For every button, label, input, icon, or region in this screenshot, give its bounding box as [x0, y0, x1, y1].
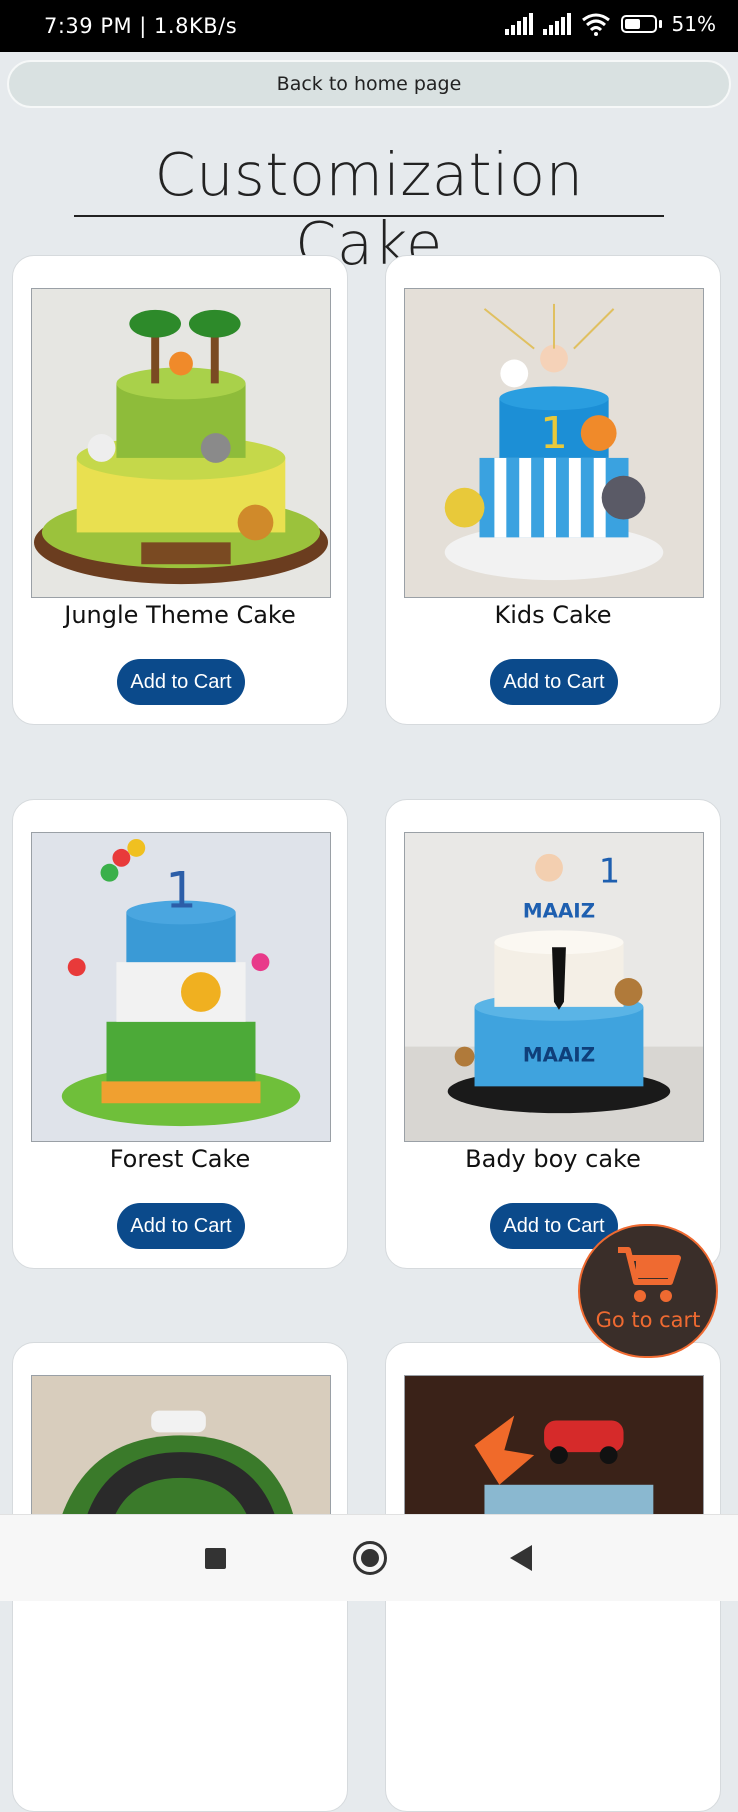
baby-boss-cake-image[interactable]: MAAIZ MAAIZ 1	[404, 832, 704, 1142]
status-icons: 51%	[504, 12, 716, 36]
status-time: 7:39 PM | 1.8KB/s	[44, 14, 238, 38]
go-to-cart-label: Go to cart	[595, 1308, 701, 1332]
home-icon[interactable]	[353, 1541, 387, 1575]
product-card-jungle: Jungle Theme Cake Add to Cart	[12, 255, 348, 725]
kids-cake-image[interactable]: 1	[404, 288, 704, 598]
product-name: Forest Cake	[109, 1145, 251, 1173]
forest-cake-image[interactable]: 1	[31, 832, 331, 1142]
signal-icon-2	[542, 13, 571, 35]
add-to-cart-button[interactable]: Add to Cart	[490, 659, 618, 705]
add-to-cart-button[interactable]: Add to Cart	[117, 1203, 245, 1249]
jungle-cake-image[interactable]	[31, 288, 331, 598]
svg-text:1: 1	[165, 862, 197, 920]
product-name: Kids Cake	[494, 601, 612, 629]
svg-text:MAAIZ: MAAIZ	[523, 899, 595, 922]
wifi-icon	[581, 13, 610, 36]
back-to-home-button[interactable]: Back to home page	[7, 60, 731, 108]
status-bar: 7:39 PM | 1.8KB/s 51%	[0, 0, 738, 52]
back-icon[interactable]	[510, 1545, 532, 1571]
product-card-kids: 1 Kids Cake Add to Cart	[385, 255, 721, 725]
svg-text:MAAIZ: MAAIZ	[523, 1044, 595, 1067]
battery-icon	[620, 15, 662, 33]
signal-icon	[504, 13, 533, 35]
product-name: Bady boy cake	[465, 1145, 641, 1173]
recents-icon[interactable]	[205, 1548, 226, 1569]
svg-text:1: 1	[540, 408, 568, 459]
product-card-forest: 1 Forest Cake Add to Cart	[12, 799, 348, 1269]
go-to-cart-button[interactable]: Go to cart	[578, 1224, 718, 1358]
title-underline	[74, 215, 664, 217]
add-to-cart-button[interactable]: Add to Cart	[117, 659, 245, 705]
svg-text:1: 1	[599, 852, 620, 891]
product-name: Jungle Theme Cake	[64, 601, 296, 629]
shopping-cart-icon	[618, 1247, 681, 1302]
battery-level: 51%	[671, 12, 716, 36]
product-card-baby-boy: MAAIZ MAAIZ 1 Bady boy cake Add to Cart	[385, 799, 721, 1269]
